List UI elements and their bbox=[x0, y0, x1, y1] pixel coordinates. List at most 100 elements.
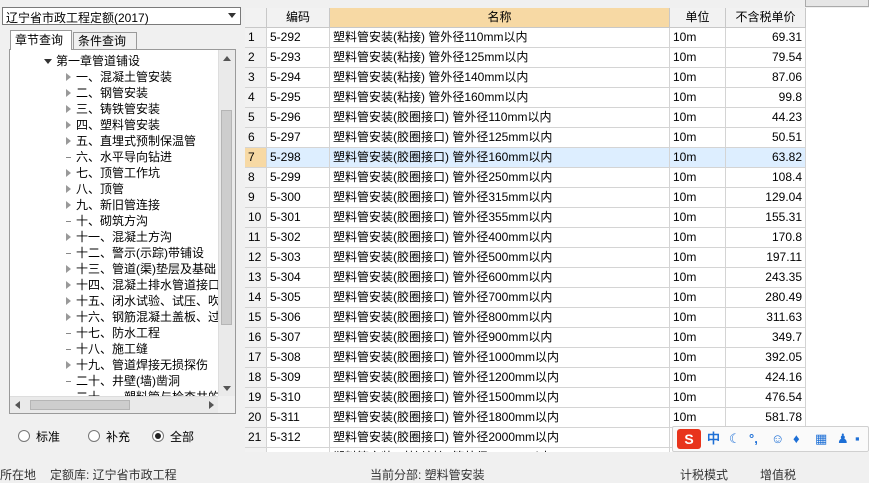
cell-unit[interactable]: 10m bbox=[670, 128, 726, 148]
cell-name[interactable]: 塑料管安装(胶圈接口) 管外径1000mm以内 bbox=[330, 348, 670, 368]
cell-code[interactable]: 5-304 bbox=[267, 268, 330, 288]
row-number[interactable]: 12 bbox=[245, 248, 267, 268]
cell-unit[interactable]: 10m bbox=[670, 148, 726, 168]
cell-unit[interactable]: 10m bbox=[670, 68, 726, 88]
cell-unit[interactable]: 10m bbox=[670, 48, 726, 68]
row-number[interactable]: 20 bbox=[245, 408, 267, 428]
cell-code[interactable]: 5-294 bbox=[267, 68, 330, 88]
cell-price[interactable]: 349.7 bbox=[726, 328, 806, 348]
cell-price[interactable]: 280.49 bbox=[726, 288, 806, 308]
cell-name[interactable]: 塑料管安装(胶圈接口) 管外径400mm以内 bbox=[330, 228, 670, 248]
cell-code[interactable]: 5-299 bbox=[267, 168, 330, 188]
cell-name[interactable]: 塑料管安装(胶圈接口) 管外径2000mm以内 bbox=[330, 428, 670, 448]
row-number[interactable]: 15 bbox=[245, 308, 267, 328]
cell-unit[interactable]: 10m bbox=[670, 388, 726, 408]
cell-code[interactable]: 5-297 bbox=[267, 128, 330, 148]
collapsed-icon[interactable] bbox=[66, 313, 71, 321]
cell-unit[interactable]: 10m bbox=[670, 408, 726, 428]
cell-code[interactable]: 5-309 bbox=[267, 368, 330, 388]
cell-price[interactable]: 44.23 bbox=[726, 108, 806, 128]
cell-name[interactable]: 塑料管安装(胶圈接口) 管外径600mm以内 bbox=[330, 268, 670, 288]
cell-price[interactable]: 129.04 bbox=[726, 188, 806, 208]
collapsed-icon[interactable] bbox=[66, 105, 71, 113]
cell-code[interactable]: 5-306 bbox=[267, 308, 330, 328]
cell-price[interactable]: 99.8 bbox=[726, 88, 806, 108]
cell-unit[interactable]: 10m bbox=[670, 368, 726, 388]
cell-code[interactable]: 5-295 bbox=[267, 88, 330, 108]
row-number[interactable]: 1 bbox=[245, 28, 267, 48]
cell-code[interactable]: 5-302 bbox=[267, 228, 330, 248]
cell-code[interactable]: 5-301 bbox=[267, 208, 330, 228]
cell-code[interactable]: 5-303 bbox=[267, 248, 330, 268]
cell-price[interactable]: 476.54 bbox=[726, 388, 806, 408]
row-number[interactable]: 14 bbox=[245, 288, 267, 308]
header-code[interactable]: 编码 bbox=[267, 8, 330, 28]
collapsed-icon[interactable] bbox=[66, 137, 71, 145]
cell-name[interactable]: 塑料管安装(胶圈接口) 管外径355mm以内 bbox=[330, 208, 670, 228]
scroll-right-icon[interactable] bbox=[203, 397, 219, 413]
cell-price[interactable]: 424.16 bbox=[726, 368, 806, 388]
row-number[interactable]: 3 bbox=[245, 68, 267, 88]
cell-code[interactable]: 5-307 bbox=[267, 328, 330, 348]
cell-unit[interactable]: 10m bbox=[670, 208, 726, 228]
row-number[interactable]: 7 bbox=[245, 148, 267, 168]
cell-code[interactable]: 5-305 bbox=[267, 288, 330, 308]
cell-code[interactable]: 5-292 bbox=[267, 28, 330, 48]
row-number[interactable]: 11 bbox=[245, 228, 267, 248]
comma-icon[interactable]: °, bbox=[749, 430, 758, 448]
row-number[interactable]: 16 bbox=[245, 328, 267, 348]
moon-icon[interactable]: ☾ bbox=[729, 430, 741, 448]
user-icon[interactable]: ♟ bbox=[837, 430, 849, 448]
cell-unit[interactable]: 10m bbox=[670, 88, 726, 108]
radio-supplement[interactable]: 补充 bbox=[88, 428, 130, 446]
cell-price[interactable]: 50.51 bbox=[726, 128, 806, 148]
radio-all[interactable]: 全部 bbox=[152, 428, 194, 446]
row-number[interactable]: 13 bbox=[245, 268, 267, 288]
row-number[interactable]: 2 bbox=[245, 48, 267, 68]
row-number[interactable]: 21 bbox=[245, 428, 267, 448]
expanded-icon[interactable] bbox=[44, 59, 52, 64]
cell-name[interactable]: 塑料管安装(粘接) 管外径125mm以内 bbox=[330, 48, 670, 68]
cell-price[interactable]: 392.05 bbox=[726, 348, 806, 368]
quota-library-dropdown[interactable]: 辽宁省市政工程定额(2017) bbox=[2, 7, 241, 25]
cell-unit[interactable]: 10m bbox=[670, 308, 726, 328]
ime-toolbar[interactable]: S 中 ☾ °, ☺ ♦ ▦ ♟ ▪ bbox=[672, 426, 869, 452]
collapsed-icon[interactable] bbox=[66, 361, 71, 369]
quota-grid[interactable]: 编码 名称 单位 不含税单价 1 5-292 塑料管安装(粘接) 管外径110mm以… bbox=[245, 0, 869, 476]
cell-price[interactable]: 87.06 bbox=[726, 68, 806, 88]
h-scroll-thumb[interactable] bbox=[30, 400, 130, 410]
cell-price[interactable]: 243.35 bbox=[726, 268, 806, 288]
cell-unit[interactable]: 10m bbox=[670, 288, 726, 308]
cell-code[interactable]: 5-300 bbox=[267, 188, 330, 208]
row-number[interactable]: 5 bbox=[245, 108, 267, 128]
header-unit[interactable]: 单位 bbox=[670, 8, 726, 28]
header-price[interactable]: 不含税单价 bbox=[726, 8, 806, 28]
header-name[interactable]: 名称 bbox=[330, 8, 670, 28]
cell-name[interactable]: 塑料管安装(粘接) 管外径160mm以内 bbox=[330, 88, 670, 108]
collapsed-icon[interactable] bbox=[66, 297, 71, 305]
collapsed-icon[interactable] bbox=[66, 169, 71, 177]
cell-unit[interactable]: 10m bbox=[670, 328, 726, 348]
collapsed-icon[interactable] bbox=[66, 89, 71, 97]
ime-mode[interactable]: 中 bbox=[707, 430, 720, 448]
cell-price[interactable]: 581.78 bbox=[726, 408, 806, 428]
scroll-down-icon[interactable] bbox=[219, 381, 235, 397]
cell-name[interactable]: 塑料管安装(粘接) 管外径110mm以内 bbox=[330, 28, 670, 48]
row-number[interactable]: 10 bbox=[245, 208, 267, 228]
collapsed-icon[interactable] bbox=[66, 121, 71, 129]
cell-code[interactable]: 5-296 bbox=[267, 108, 330, 128]
cell-unit[interactable]: 10m bbox=[670, 228, 726, 248]
collapsed-icon[interactable] bbox=[66, 201, 71, 209]
cell-unit[interactable]: 10m bbox=[670, 348, 726, 368]
row-number[interactable]: 18 bbox=[245, 368, 267, 388]
row-number[interactable]: 6 bbox=[245, 128, 267, 148]
cell-name[interactable]: 塑料管安装(粘接) 管外径140mm以内 bbox=[330, 68, 670, 88]
cell-price[interactable]: 63.82 bbox=[726, 148, 806, 168]
chapter-tree[interactable]: 第一章管道铺设 一、混凝土管安装 二、钢管安装 三、铸铁管安装 四、塑料管安装 五、直埋式… bbox=[9, 49, 236, 414]
cell-price[interactable]: 197.11 bbox=[726, 248, 806, 268]
cell-name[interactable]: 塑料管安装(胶圈接口) 管外径900mm以内 bbox=[330, 328, 670, 348]
cell-code[interactable]: 5-311 bbox=[267, 408, 330, 428]
smile-icon[interactable]: ☺ bbox=[771, 430, 784, 448]
grid-top-button[interactable] bbox=[805, 0, 869, 7]
cell-code[interactable]: 5-312 bbox=[267, 428, 330, 448]
